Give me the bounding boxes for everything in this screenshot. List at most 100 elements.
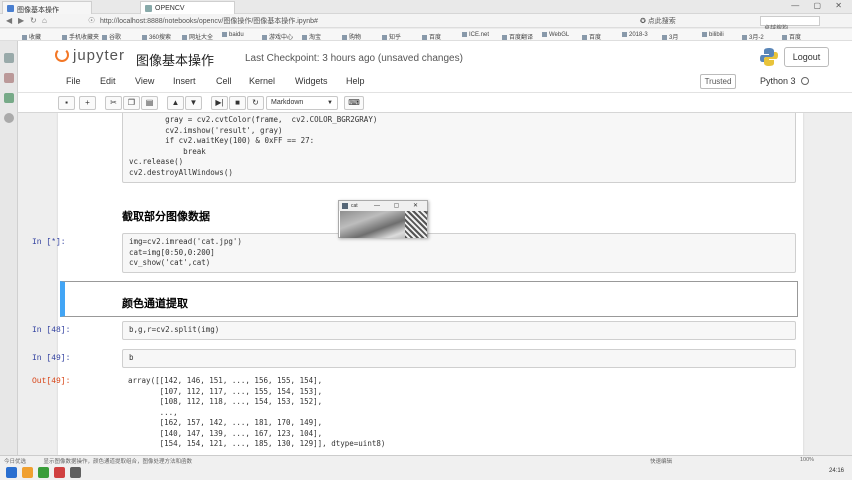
bookmark-item[interactable]: 购物 [342,32,361,41]
bookmark-item[interactable]: WebGL [542,32,569,38]
menu-edit[interactable]: Edit [100,76,116,86]
cut-button[interactable]: ✂ [105,96,122,110]
lock-icon: ☉ [88,16,96,25]
bookmark-item[interactable]: 2018-3 [622,32,648,38]
sidebar-settings-icon[interactable] [4,113,14,123]
bookmark-item[interactable]: 网址大全 [182,32,213,41]
code-cell-2[interactable]: In [*]: img=cv2.imread('cat.jpg') cat=img… [32,233,796,273]
browser-search-input[interactable]: 卓越搜狗 [760,16,820,32]
bookmark-item[interactable]: 淘宝 [302,32,321,41]
move-up-button[interactable]: ▲ [167,96,184,110]
restart-button[interactable]: ↻ [247,96,264,110]
start-icon[interactable] [6,467,17,478]
bookmark-item[interactable]: 百度 [422,32,441,41]
notebook-title[interactable]: 图像基本操作 [136,50,214,69]
status-message: 显示图像数据操作，颜色通道提取组合，图像处理方法和函数 [43,459,193,465]
bookmark-item[interactable]: 游戏中心 [262,32,293,41]
code-editor[interactable]: b,g,r=cv2.split(img) [122,321,796,340]
url-extra[interactable]: ✪ 点此搜索 [640,16,676,26]
code-editor[interactable]: gray = cv2.cvtColor(frame, cv2.COLOR_BGR… [122,113,796,183]
copy-button[interactable]: ❐ [123,96,140,110]
screen: 图像基本操作 OPENCV — ▢ ✕ ◀ ▶ ↻ ⌂ ☉ http://loc… [0,0,852,480]
window-controls[interactable]: — ▢ ✕ [791,1,848,10]
bookmark-item[interactable]: 谷歌 [102,32,121,41]
zoom-level[interactable]: 100% [800,457,814,463]
bookmark-item[interactable]: 360搜索 [142,32,171,41]
save-button[interactable]: ▪ [58,96,75,110]
notebook-page: gray = cv2.cvtColor(frame, cv2.COLOR_BGR… [32,113,803,455]
browser-icon[interactable] [38,467,49,478]
code-editor[interactable]: b [122,349,796,368]
back-icon[interactable]: ◀ [6,16,12,25]
input-prompt: In [48]: [32,326,71,335]
url-input[interactable]: http://localhost:8888/notebooks/opencv/图… [100,16,700,26]
bookmark-item[interactable]: 3月-2 [742,32,764,41]
sidebar-download-icon[interactable] [4,93,14,103]
code-text: b,g,r=cv2.split(img) [123,322,795,339]
interrupt-button[interactable]: ■ [229,96,246,110]
home-icon[interactable]: ⌂ [42,16,47,25]
app-icon[interactable] [54,467,65,478]
cat-window-controls[interactable]: — ▢ ✕ [374,202,424,209]
code-line: [108, 112, 118, ..., 154, 153, 152], [128,397,323,406]
terminal-icon[interactable] [70,467,81,478]
menu-kernel[interactable]: Kernel [249,76,275,86]
sidebar-favorites-icon[interactable] [4,53,14,63]
code-text: img=cv2.imread('cat.jpg') cat=img[0:50,0:… [123,234,795,272]
bookmark-item[interactable]: 百度翻译 [502,32,533,41]
bookmark-item[interactable]: baidu [222,32,244,38]
jupyter-logo-icon [55,48,69,62]
tab-favicon-icon [7,5,14,12]
code-editor[interactable]: img=cv2.imread('cat.jpg') cat=img[0:50,0:… [122,233,796,273]
menu-view[interactable]: View [135,76,154,86]
paste-button[interactable]: ▤ [141,96,158,110]
code-line: break [129,146,206,156]
taskbar-clock: 24:16 [828,468,844,474]
markdown-heading-crop[interactable]: 截取部分图像数据 [122,208,210,224]
bookmark-item[interactable]: bilibili [702,32,724,38]
sidebar-history-icon[interactable] [4,73,14,83]
jupyter-logo[interactable]: jupyter [55,47,125,64]
menu-cell[interactable]: Cell [216,76,232,86]
bookmark-item[interactable]: 3月 [662,32,678,41]
trusted-indicator[interactable]: Trusted [700,74,736,89]
browser-tab-opencv[interactable]: OPENCV [140,1,235,14]
code-line: array([[142, 146, 151, ..., 156, 155, 15… [128,376,323,385]
run-button[interactable]: ▶| [211,96,228,110]
move-down-button[interactable]: ▼ [185,96,202,110]
add-cell-button[interactable]: + [79,96,96,110]
bookmark-item[interactable]: ICE.net [462,32,489,38]
forward-icon[interactable]: ▶ [18,16,24,25]
menu-widgets[interactable]: Widgets [295,76,328,86]
bookmark-item[interactable]: 手机收藏夹 [62,32,99,41]
bookmark-item[interactable]: 百度 [582,32,601,41]
cell-type-value: Markdown [271,99,304,106]
markdown-heading-channels[interactable]: 颜色通道提取 [122,295,188,311]
code-cell-1[interactable]: gray = cv2.cvtColor(frame, cv2.COLOR_BGR… [66,113,796,185]
code-cell-4[interactable]: In [49]: b [32,349,796,368]
code-line: img=cv2.imread('cat.jpg') [129,237,242,246]
menu-insert[interactable]: Insert [173,76,196,86]
menu-help[interactable]: Help [346,76,365,86]
code-line: cv2.imshow('result', gray) [129,125,283,135]
bookmark-item[interactable]: 百度 [782,32,801,41]
bookmark-item[interactable]: 收藏 [22,32,41,41]
refresh-icon[interactable]: ↻ [30,16,37,25]
browser-tab-bar: 图像基本操作 OPENCV — ▢ ✕ [0,0,852,14]
cat-image-window[interactable]: cat — ▢ ✕ [338,200,428,238]
command-palette-button[interactable]: ⌨ [344,96,364,110]
code-cell-3[interactable]: In [48]: b,g,r=cv2.split(img) [32,321,796,340]
code-line: [154, 154, 121, ..., 185, 130, 129]], dt… [128,439,386,448]
kernel-status-icon [801,77,809,85]
logout-button[interactable]: Logout [784,47,829,67]
jupyter-header: jupyter 图像基本操作 Last Checkpoint: 3 hours … [18,41,852,71]
cell-type-select[interactable]: Markdown ▼ [266,96,338,110]
cat-window-titlebar[interactable]: cat — ▢ ✕ [339,201,427,211]
bookmark-item[interactable]: 知乎 [382,32,401,41]
address-bar: ◀ ▶ ↻ ⌂ ☉ http://localhost:8888/notebook… [0,14,852,32]
browser-tab-notebook[interactable]: 图像基本操作 [2,1,92,14]
folder-icon[interactable] [22,467,33,478]
menu-file[interactable]: File [66,76,81,86]
window-icon [342,203,348,209]
input-prompt: In [49]: [32,354,71,363]
